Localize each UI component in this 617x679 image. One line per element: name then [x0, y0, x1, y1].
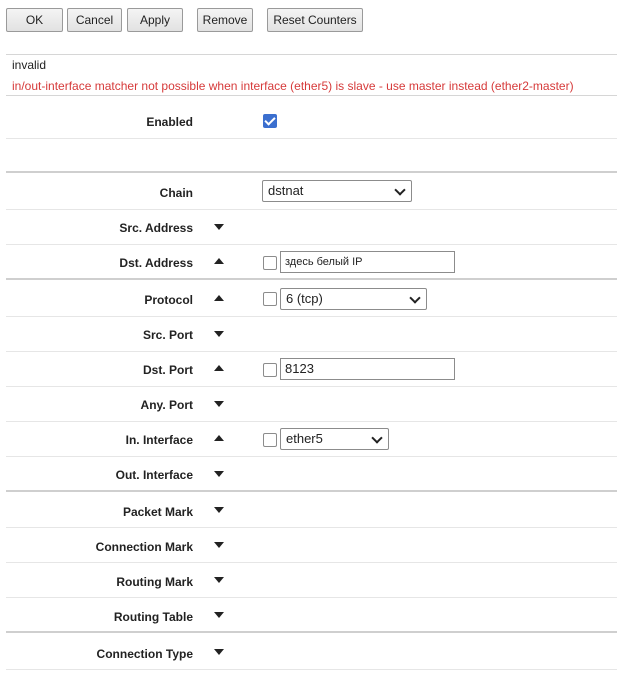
- row-chain: Chain dstnat: [6, 174, 617, 210]
- apply-button[interactable]: Apply: [127, 8, 183, 32]
- collapse-up-icon[interactable]: [214, 435, 224, 441]
- out-interface-label: Out. Interface: [115, 468, 193, 482]
- protocol-negate-checkbox[interactable]: [263, 292, 277, 306]
- expand-down-icon[interactable]: [214, 331, 224, 337]
- cancel-button[interactable]: Cancel: [67, 8, 122, 32]
- collapse-up-icon[interactable]: [214, 258, 224, 264]
- enabled-label: Enabled: [146, 115, 193, 129]
- protocol-select[interactable]: 6 (tcp): [280, 288, 427, 310]
- connection-mark-label: Connection Mark: [95, 540, 193, 554]
- connection-type-label: Connection Type: [96, 647, 193, 661]
- in-interface-select[interactable]: ether5: [280, 428, 389, 450]
- dst-port-negate-checkbox[interactable]: [263, 363, 277, 377]
- row-routing-table: Routing Table: [6, 598, 617, 633]
- routing-table-label: Routing Table: [113, 610, 193, 624]
- in-interface-value: ether5: [286, 431, 323, 446]
- expand-down-icon[interactable]: [214, 401, 224, 407]
- chain-label: Chain: [159, 186, 193, 200]
- protocol-value: 6 (tcp): [286, 291, 323, 306]
- dst-port-value: 8123: [285, 361, 314, 376]
- row-connection-type: Connection Type: [6, 634, 617, 670]
- dst-port-input[interactable]: 8123: [280, 358, 455, 380]
- row-packet-mark: Packet Mark: [6, 493, 617, 528]
- dst-address-input[interactable]: здесь белый IP: [280, 251, 455, 273]
- expand-down-icon[interactable]: [214, 224, 224, 230]
- dst-address-label: Dst. Address: [119, 256, 193, 270]
- expand-down-icon[interactable]: [214, 577, 224, 583]
- any-port-label: Any. Port: [140, 398, 193, 412]
- routing-mark-label: Routing Mark: [116, 575, 193, 589]
- in-interface-label: In. Interface: [125, 433, 193, 447]
- protocol-label: Protocol: [144, 293, 193, 307]
- toolbar: OK Cancel Apply Remove Reset Counters: [0, 0, 617, 40]
- expand-down-icon[interactable]: [214, 612, 224, 618]
- row-dst-port: Dst. Port 8123: [6, 352, 617, 387]
- error-message: in/out-interface matcher not possible wh…: [12, 79, 574, 93]
- expand-down-icon[interactable]: [214, 649, 224, 655]
- status-state: invalid: [12, 58, 47, 72]
- enabled-checkbox[interactable]: [263, 114, 277, 128]
- src-port-label: Src. Port: [142, 328, 193, 342]
- row-dst-address: Dst. Address здесь белый IP: [6, 245, 617, 280]
- row-in-interface: In. Interface ether5: [6, 422, 617, 457]
- row-src-address: Src. Address: [6, 210, 617, 245]
- packet-mark-label: Packet Mark: [122, 505, 193, 519]
- reset-counters-button[interactable]: Reset Counters: [267, 8, 363, 32]
- row-out-interface: Out. Interface: [6, 457, 617, 492]
- in-interface-negate-checkbox[interactable]: [263, 433, 277, 447]
- chevron-down-icon: [409, 292, 421, 304]
- chain-value: dstnat: [268, 183, 304, 198]
- status-panel: invalid in/out-interface matcher not pos…: [6, 54, 617, 96]
- chevron-down-icon: [394, 184, 406, 196]
- src-address-label: Src. Address: [119, 221, 193, 235]
- chevron-down-icon: [371, 432, 383, 444]
- expand-down-icon[interactable]: [214, 507, 224, 513]
- row-src-port: Src. Port: [6, 317, 617, 352]
- row-protocol: Protocol 6 (tcp): [6, 281, 617, 317]
- collapse-up-icon[interactable]: [214, 365, 224, 371]
- remove-button[interactable]: Remove: [197, 8, 253, 32]
- ok-button[interactable]: OK: [6, 8, 63, 32]
- spacer-row: [6, 139, 617, 173]
- row-routing-mark: Routing Mark: [6, 563, 617, 598]
- dst-address-negate-checkbox[interactable]: [263, 256, 277, 270]
- row-enabled: Enabled: [6, 104, 617, 139]
- dst-address-value: здесь белый IP: [285, 256, 363, 268]
- row-any-port: Any. Port: [6, 387, 617, 422]
- dst-port-label: Dst. Port: [142, 363, 193, 377]
- expand-down-icon[interactable]: [214, 471, 224, 477]
- collapse-up-icon[interactable]: [214, 295, 224, 301]
- expand-down-icon[interactable]: [214, 542, 224, 548]
- chain-select[interactable]: dstnat: [262, 180, 412, 202]
- row-connection-mark: Connection Mark: [6, 528, 617, 563]
